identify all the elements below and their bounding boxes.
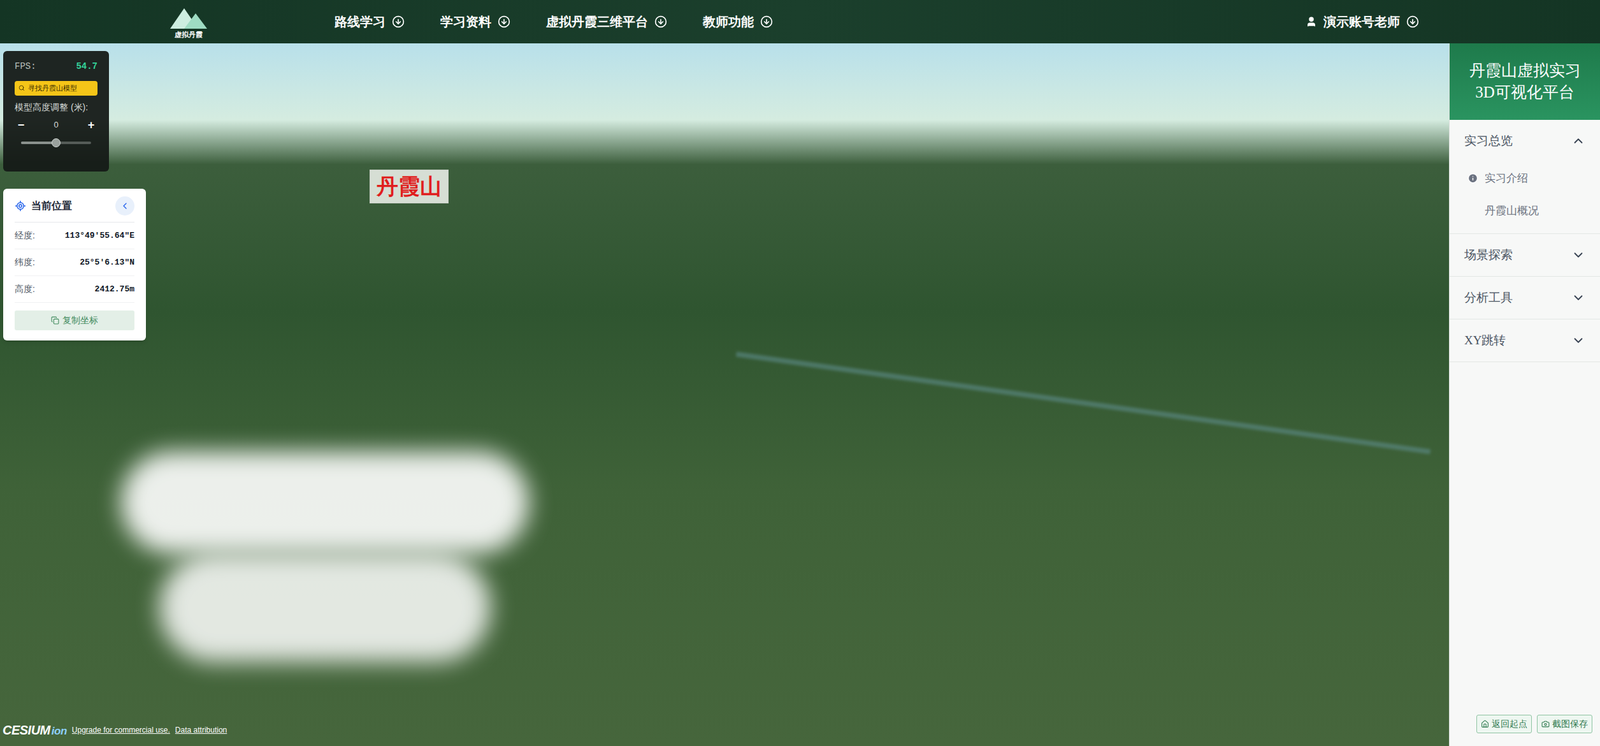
section-header[interactable]: XY跳转 <box>1449 319 1600 362</box>
chevron-up-icon <box>1571 133 1586 148</box>
logo[interactable]: 虚拟丹霞 <box>166 5 211 39</box>
copy-coordinates-button[interactable]: 复制坐标 <box>14 310 135 331</box>
location-icon <box>14 200 27 212</box>
fps-panel: FPS:54.7寻找丹霞山模型模型高度调整 (米):−0+ <box>3 50 109 172</box>
attribution-link[interactable]: Data attribution <box>175 723 227 736</box>
app: 虚拟丹霞路线学习学习资料虚拟丹霞三维平台教师功能演示账号老师丹霞山FPS:54.… <box>0 0 1600 746</box>
dropdown-icon <box>760 15 773 29</box>
chevron-down-icon <box>1571 247 1586 262</box>
cesium-logo[interactable]: CESIUMion <box>2 720 67 740</box>
section-header[interactable]: 场景探索 <box>1449 233 1600 276</box>
right-sidebar: 丹霞山虚拟实习3D可视化平台实习总览实习介绍丹霞山概况场景探索分析工具XY跳转返… <box>1448 43 1600 746</box>
menu-section: XY跳转 <box>1449 319 1600 362</box>
camera-icon <box>1541 719 1550 728</box>
nav-item[interactable]: 虚拟丹霞三维平台 <box>546 12 668 32</box>
map-label[interactable]: 丹霞山 <box>369 169 449 204</box>
section-header[interactable]: 实习总览 <box>1449 119 1600 162</box>
coordinate-row: 纬度:25°5'6.13"N <box>14 249 135 276</box>
main-nav: 路线学习 学习资料 虚拟丹霞三维平台 教师功能 <box>334 12 773 32</box>
cloud <box>159 553 491 662</box>
collapse-button[interactable] <box>115 196 135 216</box>
sidebar-footer: 返回起点截图保存 <box>1449 714 1600 733</box>
increase-button[interactable]: + <box>84 116 98 134</box>
section-header[interactable]: 分析工具 <box>1449 276 1600 319</box>
dropdown-icon <box>1406 15 1420 29</box>
coordinate-row: 高度:2412.75m <box>14 275 135 303</box>
dropdown-icon <box>497 15 511 29</box>
cloud <box>121 451 529 554</box>
slider-thumb[interactable] <box>51 138 61 148</box>
chevron-down-icon <box>1571 290 1586 305</box>
height-slider[interactable] <box>21 141 92 145</box>
user-icon <box>1305 15 1318 28</box>
decrease-button[interactable]: − <box>14 116 28 134</box>
fps-value: 54.7 <box>75 59 98 74</box>
menu-section: 场景探索 <box>1449 233 1600 277</box>
dropdown-icon <box>654 15 668 29</box>
mountain-logo-icon <box>168 5 209 30</box>
user-menu[interactable]: 演示账号老师 <box>1305 12 1420 32</box>
dropdown-icon <box>391 15 405 29</box>
find-model-button[interactable]: 寻找丹霞山模型 <box>14 80 98 96</box>
body: 丹霞山FPS:54.7寻找丹霞山模型模型高度调整 (米):−0+当前位置经度:1… <box>0 43 1600 746</box>
menu-section: 分析工具 <box>1449 276 1600 320</box>
top-bar: 虚拟丹霞 路线学习 学习资料 虚拟丹霞三维平台 教师功能 演示账号老师 <box>0 0 1600 44</box>
nav-item[interactable]: 学习资料 <box>440 12 511 32</box>
cesium-attribution: CESIUMion Upgrade for commercial use. Data… <box>2 720 227 740</box>
nav-item[interactable]: 路线学习 <box>334 12 405 32</box>
attribution-link[interactable]: Upgrade for commercial use. <box>72 723 171 736</box>
map-view[interactable]: 丹霞山FPS:54.7寻找丹霞山模型模型高度调整 (米):−0+当前位置经度:1… <box>0 43 1449 746</box>
position-panel: 当前位置经度:113°49'55.64"E纬度:25°5'6.13"N高度:24… <box>3 188 146 341</box>
home-icon <box>1480 719 1490 728</box>
menu-section: 实习总览实习介绍丹霞山概况 <box>1449 119 1600 234</box>
coordinate-row: 经度:113°49'55.64"E <box>14 222 135 250</box>
nav-item[interactable]: 教师功能 <box>702 12 773 32</box>
height-value: 0 <box>53 118 58 132</box>
river <box>735 351 1431 454</box>
footer-button[interactable]: 返回起点 <box>1476 714 1532 733</box>
chevron-left-icon <box>119 200 130 211</box>
search-icon <box>18 84 25 92</box>
menu-item[interactable]: 丹霞山概况 <box>1449 194 1600 227</box>
chevron-down-icon <box>1571 333 1586 348</box>
sidebar-title: 丹霞山虚拟实习3D可视化平台 <box>1449 43 1600 120</box>
footer-button[interactable]: 截图保存 <box>1536 714 1593 733</box>
copy-icon <box>50 316 60 325</box>
info-icon <box>1467 172 1479 184</box>
menu-item[interactable]: 实习介绍 <box>1449 161 1600 195</box>
